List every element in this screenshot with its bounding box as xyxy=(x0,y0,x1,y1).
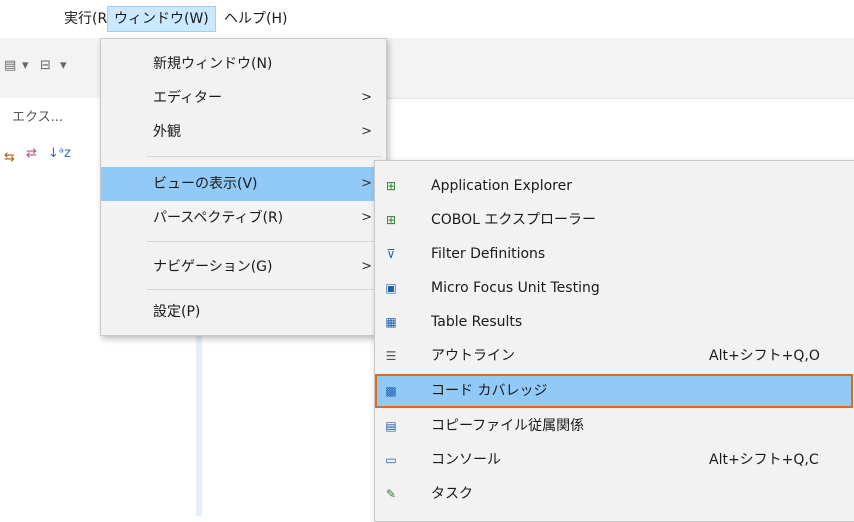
menu-item-show-view[interactable]: ビューの表示(V) > xyxy=(101,167,386,201)
chevron-right-icon: > xyxy=(361,90,372,105)
submenu-item-outline[interactable]: ☰ アウトライン Alt+シフト+Q,O xyxy=(375,339,853,373)
menu-item-label: エディター xyxy=(153,90,223,106)
task-icon: ✎ xyxy=(385,487,397,501)
console-icon: ▭ xyxy=(385,453,397,467)
menu-help[interactable]: ヘルプ(H) xyxy=(218,7,293,31)
menu-item-label: 新規ウィンドウ(N) xyxy=(153,56,273,72)
submenu-item-filter-definitions[interactable]: ⊽ Filter Definitions xyxy=(375,237,853,271)
submenu-item-label: Micro Focus Unit Testing xyxy=(431,280,600,296)
submenu-item-application-explorer[interactable]: ⊞ Application Explorer xyxy=(375,169,853,203)
submenu-item-label: COBOL エクスプローラー xyxy=(431,212,597,228)
dropdown-arrow-icon[interactable]: ▾ xyxy=(60,58,67,73)
explorer-tab-label[interactable]: エクス... xyxy=(12,106,63,125)
copyfile-dependency-icon: ▤ xyxy=(385,419,397,433)
submenu-item-unit-testing[interactable]: ▣ Micro Focus Unit Testing xyxy=(375,271,853,305)
submenu-item-console[interactable]: ▭ コンソール Alt+シフト+Q,C xyxy=(375,443,853,477)
collapse-icon[interactable]: ⇄ xyxy=(26,146,37,161)
menu-item-perspective[interactable]: パースペクティブ(R) > xyxy=(101,201,386,235)
menu-item-label: 外観 xyxy=(153,124,181,140)
chevron-right-icon: > xyxy=(361,176,372,191)
menu-separator xyxy=(147,156,381,157)
toolbar-doc-icon[interactable]: ⊟ xyxy=(40,58,51,73)
menu-bar: 実行(R) ウィンドウ(W) ヘルプ(H) xyxy=(0,0,854,38)
menu-item-editor[interactable]: エディター > xyxy=(101,81,386,115)
link-icon[interactable]: ⇆ xyxy=(4,150,15,165)
submenu-item-cobol-explorer[interactable]: ⊞ COBOL エクスプローラー xyxy=(375,203,853,237)
submenu-item-tasks[interactable]: ✎ タスク xyxy=(375,477,853,511)
table-results-icon: ▦ xyxy=(385,315,397,329)
cobol-explorer-icon: ⊞ xyxy=(385,213,397,227)
toolbar-save-icon[interactable]: ▤ xyxy=(4,58,16,73)
submenu-item-copyfile-dependency[interactable]: ▤ コピーファイル従属関係 xyxy=(375,409,853,443)
menu-separator xyxy=(147,289,381,290)
menu-item-appearance[interactable]: 外観 > xyxy=(101,115,386,149)
menu-item-new-window[interactable]: 新規ウィンドウ(N) xyxy=(101,47,386,81)
menu-item-label: ビューの表示(V) xyxy=(153,176,258,192)
shortcut-label: Alt+シフト+Q,C xyxy=(709,452,819,468)
menu-item-navigation[interactable]: ナビゲーション(G) > xyxy=(101,250,386,284)
submenu-item-code-coverage[interactable]: ▩ コード カバレッジ xyxy=(375,374,853,408)
submenu-item-label: コピーファイル従属関係 xyxy=(431,418,585,434)
filter-icon: ⊽ xyxy=(386,247,396,261)
menu-item-label: ナビゲーション(G) xyxy=(153,259,273,275)
window-menu: 新規ウィンドウ(N) エディター > 外観 > ビューの表示(V) > パースペ… xyxy=(100,38,387,336)
menu-separator xyxy=(147,241,381,242)
submenu-item-label: タスク xyxy=(431,486,473,502)
dropdown-arrow-icon[interactable]: ▾ xyxy=(22,58,29,73)
submenu-item-label: Filter Definitions xyxy=(431,246,546,262)
submenu-item-label: コンソール xyxy=(431,452,501,468)
code-coverage-icon: ▩ xyxy=(385,384,397,398)
menu-item-preferences[interactable]: 設定(P) xyxy=(101,295,386,329)
application-explorer-icon: ⊞ xyxy=(385,179,397,193)
menu-window[interactable]: ウィンドウ(W) xyxy=(107,6,216,32)
chevron-right-icon: > xyxy=(361,124,372,139)
submenu-item-label: コード カバレッジ xyxy=(431,383,548,399)
chevron-right-icon: > xyxy=(361,210,372,225)
outline-icon: ☰ xyxy=(385,349,397,363)
editor-edge xyxy=(196,330,202,516)
submenu-item-label: Application Explorer xyxy=(431,178,572,194)
sort-az-icon[interactable]: ↓ᵃz xyxy=(48,146,71,161)
shortcut-label: Alt+シフト+Q,O xyxy=(709,348,820,364)
unit-testing-icon: ▣ xyxy=(385,281,397,295)
show-view-submenu: ⊞ Application Explorer ⊞ COBOL エクスプローラー … xyxy=(374,160,854,522)
submenu-item-table-results[interactable]: ▦ Table Results xyxy=(375,305,853,339)
submenu-item-label: Table Results xyxy=(431,314,523,330)
menu-item-label: 設定(P) xyxy=(153,304,201,320)
menu-item-label: パースペクティブ(R) xyxy=(153,210,284,226)
submenu-item-label: アウトライン xyxy=(431,348,515,364)
chevron-right-icon: > xyxy=(361,259,372,274)
